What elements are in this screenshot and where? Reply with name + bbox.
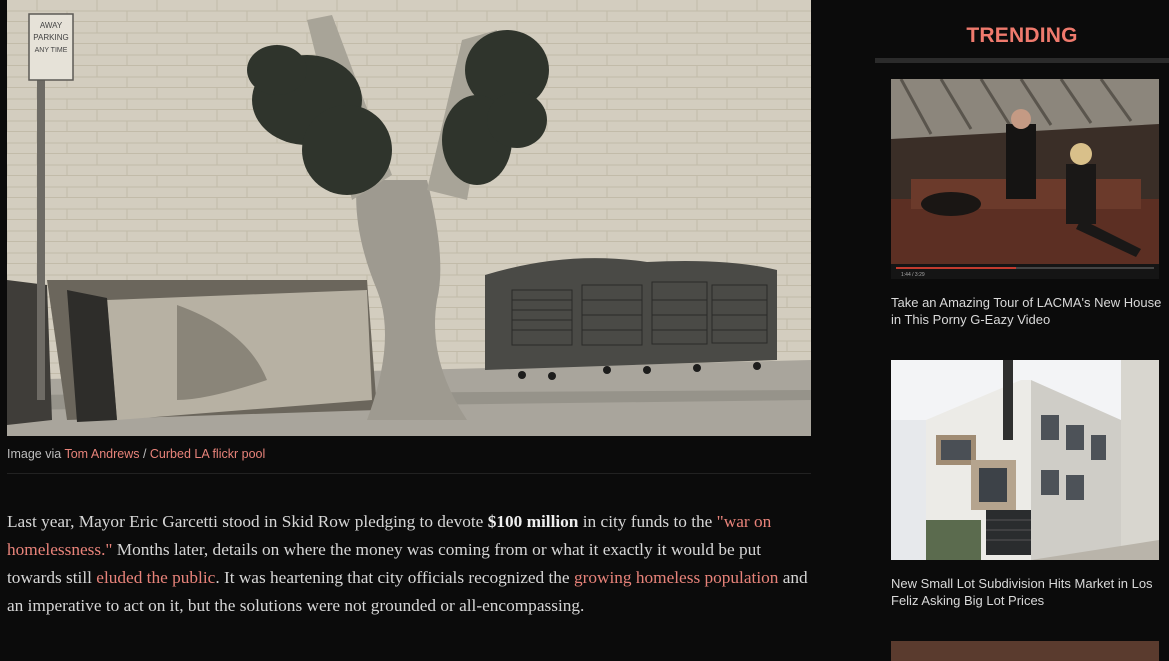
sign-text-bot: ANY TIME bbox=[35, 47, 68, 54]
article-body: Last year, Mayor Eric Garcetti stood in … bbox=[7, 508, 813, 620]
paragraph-text: in city funds to the bbox=[578, 512, 717, 531]
sign-text-top: AWAY bbox=[40, 21, 63, 30]
paragraph-text: . It was heartening that city officials … bbox=[215, 568, 574, 587]
funding-amount: $100 million bbox=[487, 512, 579, 531]
trending-card-thumbnail-partial[interactable] bbox=[891, 641, 1159, 661]
eluded-the-public-link[interactable]: eluded the public bbox=[96, 568, 215, 587]
video-thumbnail[interactable]: 1:44 / 3:29 bbox=[891, 79, 1159, 279]
sign-text-mid: PARKING bbox=[33, 33, 68, 42]
trending-card-title[interactable]: New Small Lot Subdivision Hits Market in… bbox=[891, 576, 1163, 609]
video-time: 1:44 / 3:29 bbox=[901, 272, 925, 278]
trending-card-title[interactable]: Take an Amazing Tour of LACMA's New Hous… bbox=[891, 295, 1163, 328]
caption-prefix: Image via bbox=[7, 447, 65, 461]
image-caption: Image via Tom Andrews / Curbed LA flickr… bbox=[7, 447, 811, 461]
trending-card[interactable]: New Small Lot Subdivision Hits Market in… bbox=[891, 360, 1159, 609]
trending-sidebar: TRENDING 1:44 / 3:29 Take an Amazing Tou… bbox=[875, 0, 1169, 661]
credit-separator: / bbox=[139, 447, 150, 461]
hero-image: AWAY PARKING ANY TIME bbox=[7, 0, 811, 436]
growing-homeless-population-link[interactable]: growing homeless population bbox=[574, 568, 778, 587]
article-thumbnail[interactable] bbox=[891, 360, 1159, 560]
trending-card[interactable]: 1:44 / 3:29 Take an Amazing Tour of LACM… bbox=[891, 79, 1161, 328]
trending-heading: TRENDING bbox=[966, 24, 1078, 47]
paragraph-text: Last year, Mayor Eric Garcetti stood in … bbox=[7, 512, 488, 531]
credit-pool-link[interactable]: Curbed LA flickr pool bbox=[150, 447, 265, 461]
caption-divider bbox=[7, 473, 811, 474]
trending-divider bbox=[875, 58, 1169, 63]
credit-author-link[interactable]: Tom Andrews bbox=[64, 447, 139, 461]
article-paragraph: Last year, Mayor Eric Garcetti stood in … bbox=[7, 508, 813, 620]
